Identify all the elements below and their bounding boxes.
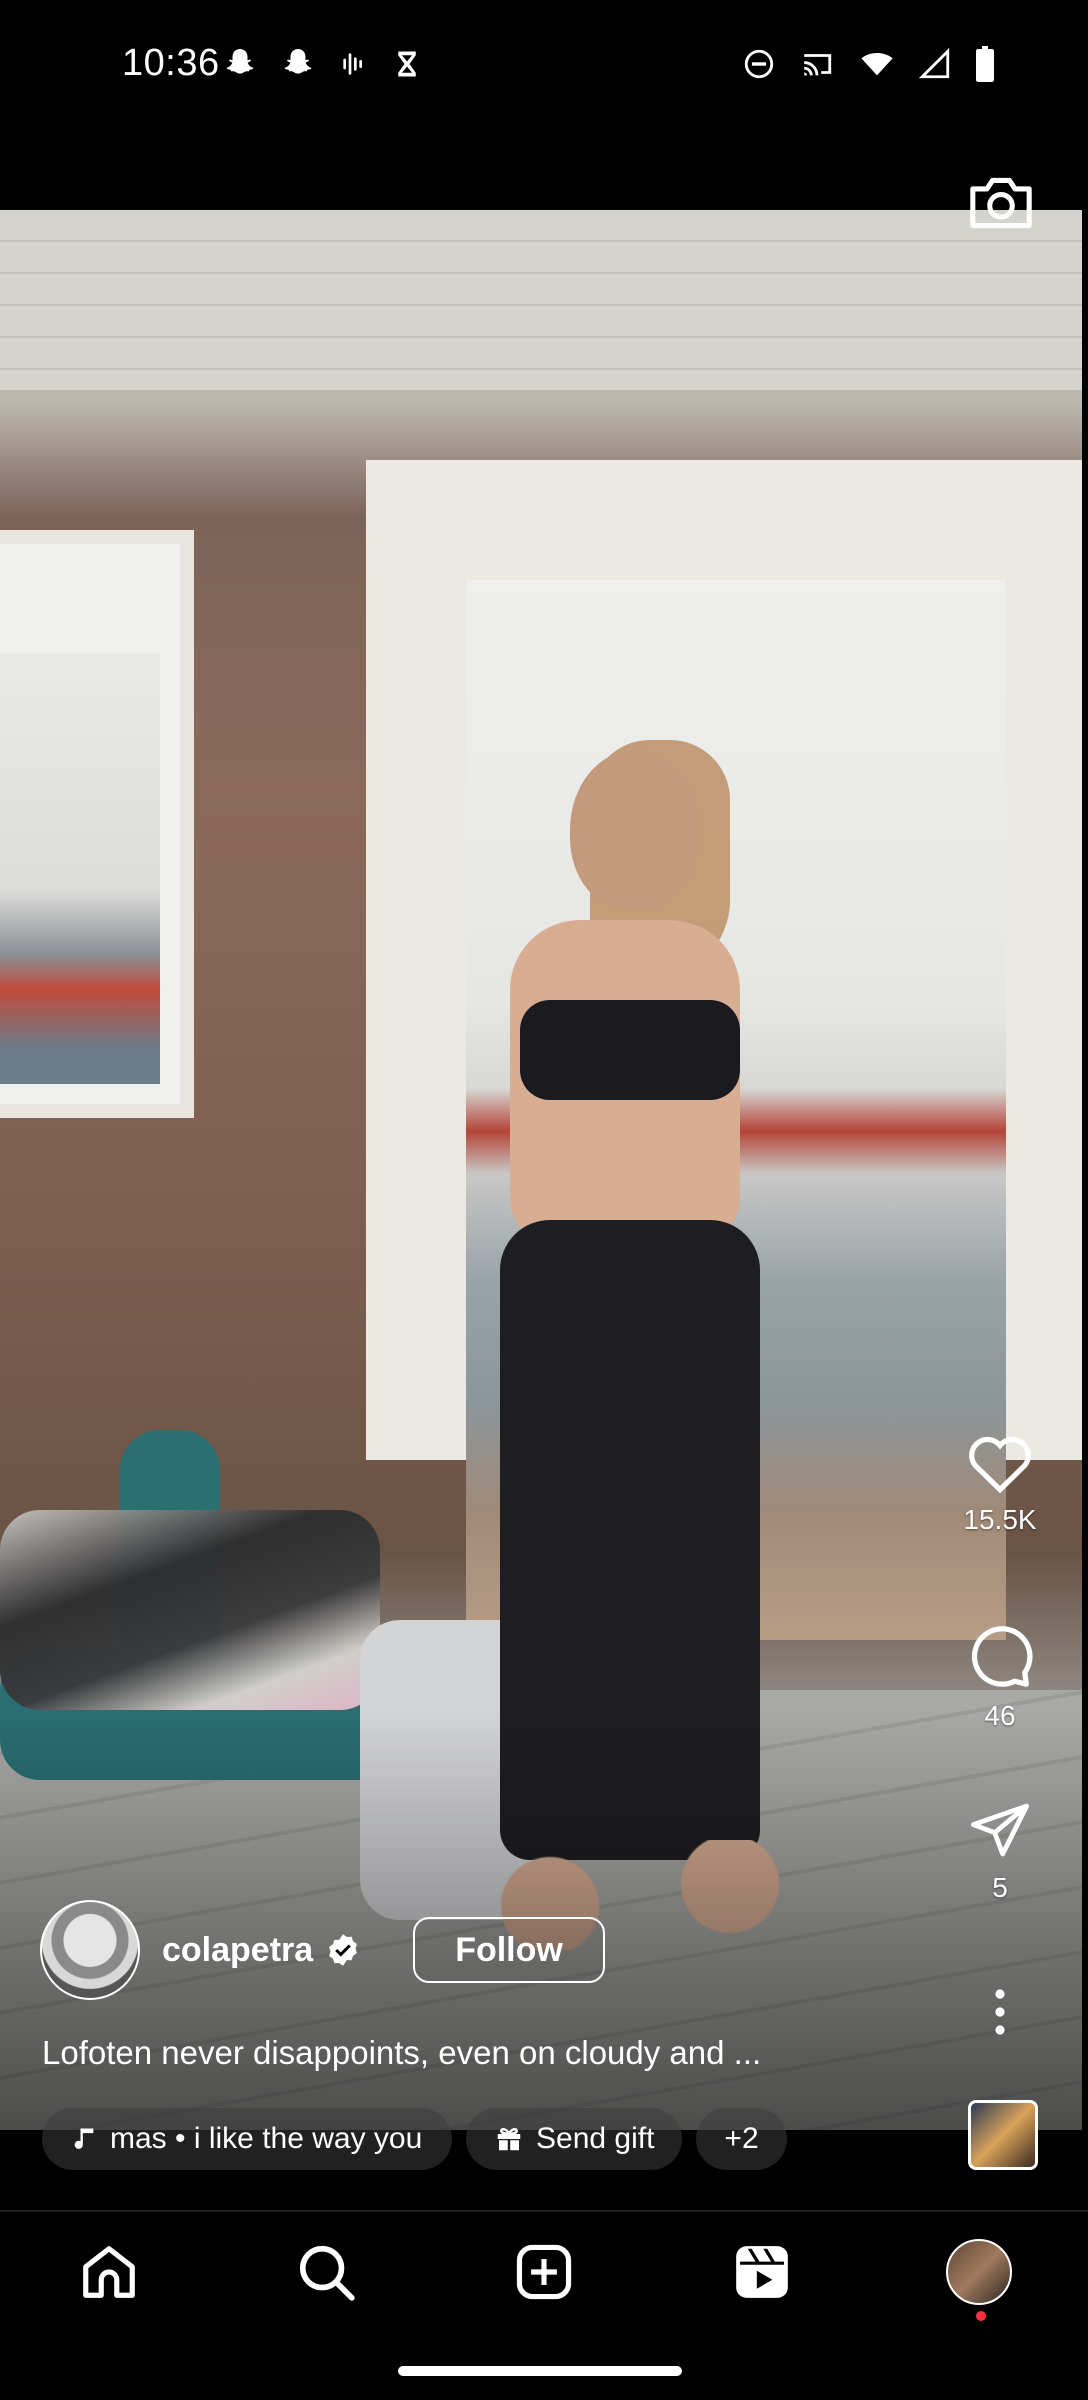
user-avatar[interactable] [40,1900,140,2000]
more-tags-label: +2 [724,2122,759,2155]
send-gift-label: Send gift [536,2122,655,2155]
bottom-nav [0,2212,1088,2332]
heart-icon [969,1436,1031,1494]
audio-chip[interactable]: mas • i like the way you [42,2108,452,2170]
snapchat-icon [284,49,312,74]
reel-video[interactable] [0,210,1082,2130]
comment-count: 46 [984,1700,1016,1731]
camera-button[interactable] [966,172,1036,234]
battery-icon [976,46,994,82]
like-button[interactable]: 15.5K [940,1430,1060,1536]
nav-home[interactable] [54,2217,164,2327]
nav-profile[interactable] [924,2217,1034,2327]
reel-user-row: colapetra Follow [40,1900,605,2000]
more-options-button[interactable] [940,1988,1060,2036]
reel-chips: mas • i like the way you Send gift +2 [42,2108,787,2170]
snapchat-icon [226,49,254,74]
cast-icon [804,54,832,76]
audio-chip-label: mas • i like the way you [110,2122,423,2155]
music-note-icon [74,2128,94,2149]
comment-button[interactable]: 46 [940,1620,1060,1732]
status-time: 10:36 [122,42,220,84]
status-bar: 10:36 [0,0,1088,140]
username[interactable]: colapetra [162,1931,313,1970]
gift-icon [497,2128,521,2151]
comment-icon [971,1626,1033,1687]
home-icon [82,2246,135,2298]
nav-search[interactable] [271,2217,381,2327]
status-left-icons [222,46,422,82]
share-count: 5 [992,1872,1008,1903]
do-not-disturb-icon [744,49,774,79]
audio-thumbnail[interactable] [968,2100,1038,2170]
camera-icon [970,177,1032,229]
like-count: 15.5K [963,1504,1037,1535]
reel-caption[interactable]: Lofoten never disappoints, even on cloud… [42,2034,761,2072]
hourglass-icon [398,51,416,77]
send-icon [970,1803,1030,1857]
nav-create[interactable] [489,2217,599,2327]
share-button[interactable]: 5 [940,1798,1060,1904]
profile-avatar [946,2239,1013,2305]
send-gift-chip[interactable]: Send gift [466,2108,683,2170]
reels-icon [735,2246,788,2298]
signal-icon [918,47,950,79]
follow-button[interactable]: Follow [413,1917,605,1983]
video-left-window [0,530,194,1118]
more-tags-chip[interactable]: +2 [696,2108,787,2170]
verified-badge-icon [329,1934,358,1966]
status-right-icons [742,46,996,82]
voice-icon [343,53,362,75]
more-vertical-icon [995,1989,1005,2035]
home-indicator[interactable] [398,2366,682,2376]
notification-dot [976,2311,987,2321]
wifi-icon [861,53,893,76]
create-icon [516,2244,572,2300]
nav-reels[interactable] [707,2217,817,2327]
search-icon [300,2245,356,2301]
video-ceiling [0,210,1082,390]
